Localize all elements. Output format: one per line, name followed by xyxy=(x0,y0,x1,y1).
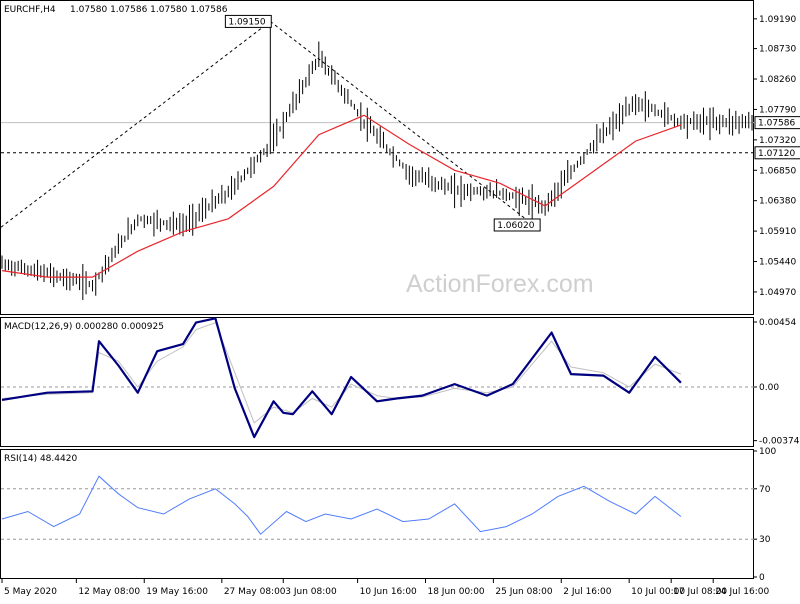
macd-main-line xyxy=(1,317,682,439)
time-axis-tick-label: 18 Jun 00:00 xyxy=(427,587,484,597)
price-panel-frame xyxy=(0,0,754,315)
swing-low-label: 1.06020 xyxy=(497,221,534,231)
time-axis-tick-label: 3 Jun 08:00 xyxy=(285,587,337,597)
price-axis-tick-label: 1.04970 xyxy=(759,288,796,298)
price-axis-tick-label: 1.06380 xyxy=(759,197,796,207)
macd-axis-tick-label: 0.00454 xyxy=(759,318,796,328)
price-series xyxy=(1,21,753,300)
rsi-line xyxy=(1,475,682,535)
price-axis-tick-label: 1.06850 xyxy=(759,166,796,176)
rsi-label: RSI(14) 48.4420 xyxy=(4,454,77,464)
rsi-axis-tick-label: 0 xyxy=(759,573,765,583)
price-axis-tick-label: 1.08730 xyxy=(759,45,796,55)
time-axis-tick-label: 19 May 16:00 xyxy=(146,587,208,597)
price-axis-tick-label: 1.07790 xyxy=(759,105,796,115)
ohlc-readout: 1.07580 1.07586 1.07580 1.07586 xyxy=(70,5,228,15)
macd-axis-tick-label: -0.003745 xyxy=(759,437,800,447)
macd-panel-frame xyxy=(0,317,754,447)
time-axis-tick-label: 10 Jun 16:00 xyxy=(360,587,417,597)
chart-canvas: ActionForex.com 1.09190 1.08730 1.08260 1.0… xyxy=(0,0,800,597)
watermark: ActionForex.com xyxy=(406,270,594,298)
chart-window: ActionForex.com 1.09190 1.08730 1.08260 1.0… xyxy=(0,0,800,600)
macd-signal-line xyxy=(1,321,682,424)
time-axis-tick-label: 5 May 2020 xyxy=(4,587,57,597)
macd-series xyxy=(1,317,754,439)
swing-high-label: 1.09150 xyxy=(228,17,265,27)
macd-label: MACD(12,26,9) 0.000280 0.000925 xyxy=(4,322,164,332)
rsi-series xyxy=(1,475,754,540)
price-axis-tick-label: 1.05440 xyxy=(759,258,796,268)
price-axis-tick-label: 1.07320 xyxy=(759,136,796,146)
time-axis-tick-label: 25 Jun 08:00 xyxy=(495,587,552,597)
moving-average-line xyxy=(1,114,682,278)
symbol-label: EURCHF,H4 xyxy=(4,5,56,15)
price-axis-tick-label: 1.09190 xyxy=(759,15,796,25)
rsi-axis-tick-label: 100 xyxy=(759,447,776,457)
price-axis-tick-label: 1.08260 xyxy=(759,75,796,85)
time-axis-tick-label: 27 May 08:00 xyxy=(224,587,286,597)
trend-line-up xyxy=(0,21,271,228)
level-price-label: 1.07120 xyxy=(758,149,795,159)
macd-axis: 0.00454 0.00 -0.003745 xyxy=(753,318,800,447)
rsi-axis-tick-label: 30 xyxy=(759,535,771,545)
rsi-panel-frame xyxy=(0,449,754,579)
time-axis: 5 May 2020 12 May 08:00 19 May 16:00 27 May… xyxy=(1,579,769,597)
rsi-axis-tick-label: 70 xyxy=(759,485,771,495)
price-axis-tick-label: 1.05910 xyxy=(759,227,796,237)
time-axis-tick-label: 24 Jul 16:00 xyxy=(715,587,769,597)
rsi-axis: 100 70 30 0 xyxy=(753,447,776,583)
time-axis-tick-label: 2 Jul 16:00 xyxy=(563,587,612,597)
time-axis-tick-label: 12 May 08:00 xyxy=(78,587,140,597)
current-price-label: 1.07586 xyxy=(758,119,795,129)
macd-axis-tick-label: 0.00 xyxy=(759,383,779,393)
